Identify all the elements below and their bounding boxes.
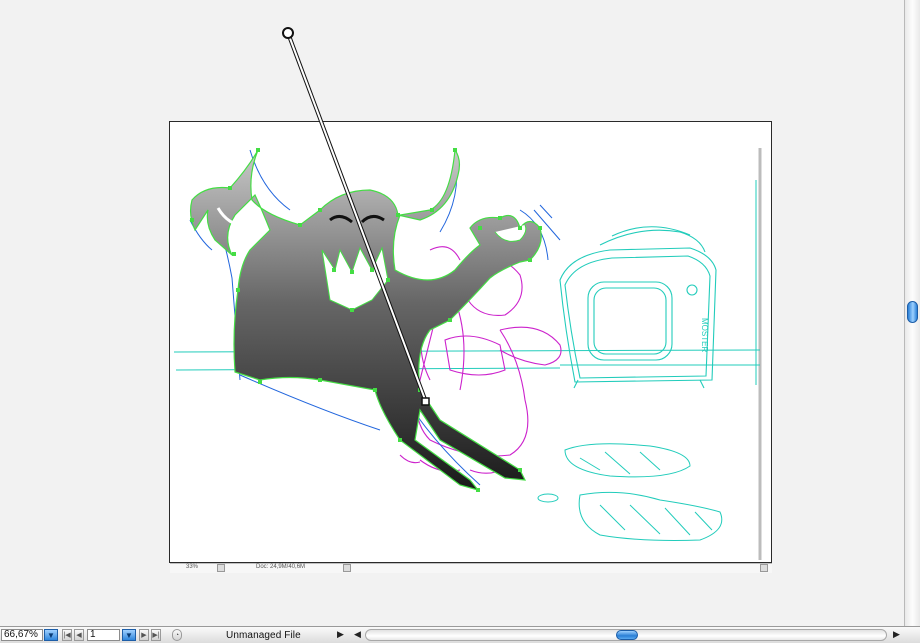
previous-page-icon[interactable]: ◀ [74,629,84,641]
scroll-right-icon[interactable]: ▶ [893,629,900,640]
artwork-canvas[interactable]: MOSTER [0,0,904,626]
file-status-label: Unmanaged File [226,630,301,641]
status-bar: 66,67% ▼ |◀ ◀ 1 ▼ ▶ ▶| ◔ Unmanaged File … [0,626,920,643]
floor-sketch [537,443,723,541]
next-page-icon[interactable]: ▶ [139,629,149,641]
chevron-down-icon[interactable]: ▼ [44,629,58,641]
inner-resize-grip-icon[interactable] [760,564,768,572]
inner-doc-info: Doc: 24,9M/40,6M [256,564,306,570]
status-menu-triangle-icon[interactable]: ▶ [337,629,344,640]
vertical-scrollbar[interactable] [904,0,920,626]
page-dropdown-icon[interactable]: ▼ [122,629,136,641]
horizontal-scroll-thumb[interactable] [616,630,638,640]
inner-status-bar: 33% Doc: 24,9M/40,6M [170,563,772,573]
scroll-left-icon[interactable]: ◀ [354,629,361,640]
inner-zoom-value: 33% [186,564,199,570]
page-number-field[interactable]: 1 [87,629,120,641]
version-cue-icon[interactable]: ◔ [172,629,182,641]
demon-figure[interactable] [189,148,542,492]
inner-status-menu-icon[interactable] [343,564,351,572]
tv-sketch-scribble: MOSTER [700,318,709,352]
inner-page-button[interactable] [217,564,225,572]
zoom-field[interactable]: 66,67% [1,629,43,641]
document-workspace: MOSTER 33% Doc: 24,9M/40,6M [0,0,904,626]
last-page-icon[interactable]: ▶| [151,629,161,641]
selected-anchor[interactable] [421,397,430,406]
tv-sketch: MOSTER [559,226,717,389]
handle-endpoint[interactable] [282,27,294,39]
first-page-icon[interactable]: |◀ [62,629,72,641]
vertical-scroll-thumb[interactable] [907,301,918,323]
horizontal-scrollbar[interactable] [365,629,887,641]
